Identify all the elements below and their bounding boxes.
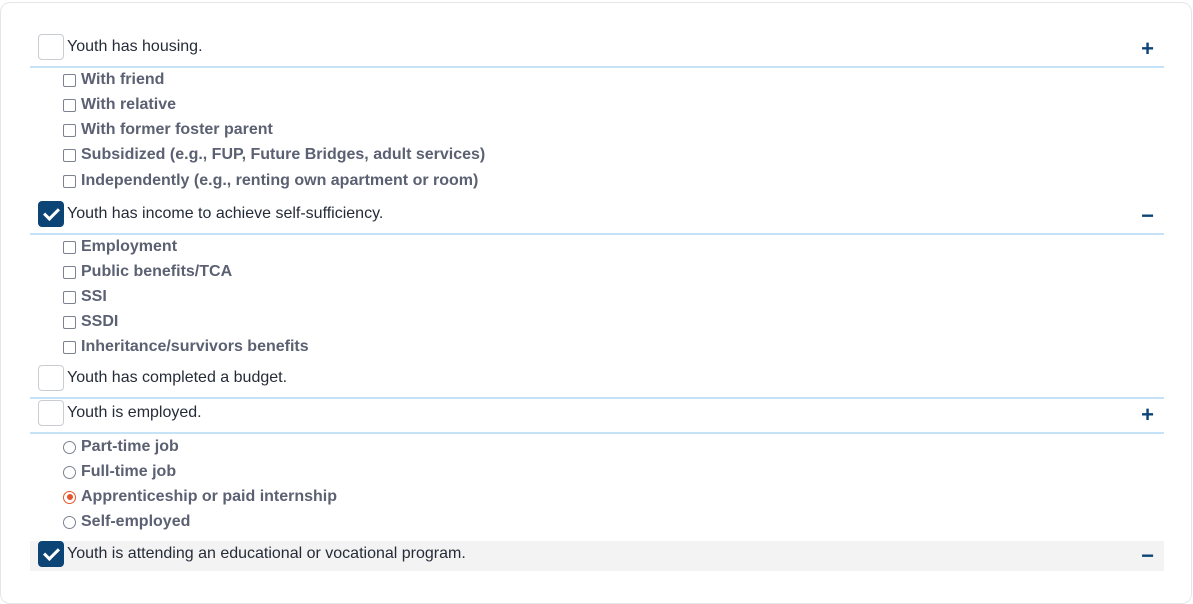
option-item[interactable]: Part-time job bbox=[63, 437, 179, 457]
option-item[interactable]: With former foster parent bbox=[63, 120, 273, 140]
option-item[interactable]: Inheritance/survivors benefits bbox=[63, 337, 309, 357]
option-item[interactable]: SSI bbox=[63, 287, 107, 307]
section-header[interactable]: Youth has completed a budget. bbox=[30, 365, 1164, 399]
checkbox[interactable] bbox=[63, 315, 76, 329]
section-checkbox[interactable] bbox=[38, 34, 64, 60]
option-label: Public benefits/TCA bbox=[81, 263, 233, 280]
section-label: Youth is employed. bbox=[67, 404, 202, 421]
option-item[interactable]: Employment bbox=[63, 237, 177, 257]
option-label: Subsidized (e.g., FUP, Future Bridges, a… bbox=[81, 146, 486, 163]
option-label: With relative bbox=[81, 96, 176, 113]
option-label: Inheritance/survivors benefits bbox=[81, 338, 309, 355]
expand-plus-icon[interactable]: + bbox=[1141, 38, 1154, 60]
checkbox[interactable] bbox=[63, 123, 76, 137]
collapse-minus-icon[interactable]: − bbox=[1141, 545, 1154, 567]
option-label: SSI bbox=[81, 288, 107, 305]
option-item[interactable]: With friend bbox=[63, 70, 164, 90]
option-item[interactable]: Apprenticeship or paid internship bbox=[63, 487, 337, 507]
section-label: Youth is attending an educational or voc… bbox=[67, 545, 466, 562]
checkbox[interactable] bbox=[63, 265, 76, 279]
option-item[interactable]: SSDI bbox=[63, 312, 118, 332]
option-label: Employment bbox=[81, 238, 178, 255]
section-header[interactable]: Youth has housing. + bbox=[30, 34, 1164, 68]
option-item[interactable]: Full-time job bbox=[63, 462, 176, 482]
checkbox[interactable] bbox=[63, 148, 76, 162]
option-item[interactable]: With relative bbox=[63, 95, 176, 115]
option-label: With friend bbox=[81, 71, 165, 88]
radio-button[interactable] bbox=[63, 440, 76, 454]
radio-button[interactable] bbox=[63, 465, 76, 479]
option-item[interactable]: Self-employed bbox=[63, 512, 190, 532]
section-checkbox[interactable] bbox=[38, 400, 64, 426]
checkbox[interactable] bbox=[63, 174, 76, 188]
checkbox[interactable] bbox=[63, 340, 76, 354]
radio-button[interactable] bbox=[63, 515, 76, 529]
option-item[interactable]: Independently (e.g., renting own apartme… bbox=[63, 171, 478, 191]
section-label: Youth has completed a budget. bbox=[67, 369, 288, 386]
checkbox[interactable] bbox=[63, 240, 76, 254]
option-item[interactable]: Subsidized (e.g., FUP, Future Bridges, a… bbox=[63, 145, 485, 165]
option-label: SSDI bbox=[81, 313, 119, 330]
option-label: Self-employed bbox=[81, 513, 191, 530]
option-item[interactable]: Public benefits/TCA bbox=[63, 262, 232, 282]
option-label: Independently (e.g., renting own apartme… bbox=[81, 172, 479, 189]
option-label: Part-time job bbox=[81, 438, 179, 455]
section-checkbox[interactable] bbox=[38, 541, 64, 567]
section-header[interactable]: Youth is attending an educational or voc… bbox=[30, 541, 1164, 571]
section-checkbox[interactable] bbox=[38, 365, 64, 391]
section-header[interactable]: Youth is employed. + bbox=[30, 400, 1164, 434]
option-label: With former foster parent bbox=[81, 121, 273, 138]
expand-plus-icon[interactable]: + bbox=[1141, 404, 1154, 426]
checkbox[interactable] bbox=[63, 290, 76, 304]
section-header[interactable]: Youth has income to achieve self-suffici… bbox=[30, 201, 1164, 235]
checkbox[interactable] bbox=[63, 73, 76, 87]
checkbox[interactable] bbox=[63, 98, 76, 112]
option-label: Apprenticeship or paid internship bbox=[81, 488, 338, 505]
radio-button[interactable] bbox=[63, 490, 76, 504]
option-label: Full-time job bbox=[81, 463, 177, 480]
section-checkbox[interactable] bbox=[38, 201, 64, 227]
section-label: Youth has housing. bbox=[67, 38, 203, 55]
section-label: Youth has income to achieve self-suffici… bbox=[67, 205, 384, 222]
collapse-minus-icon[interactable]: − bbox=[1141, 205, 1154, 227]
